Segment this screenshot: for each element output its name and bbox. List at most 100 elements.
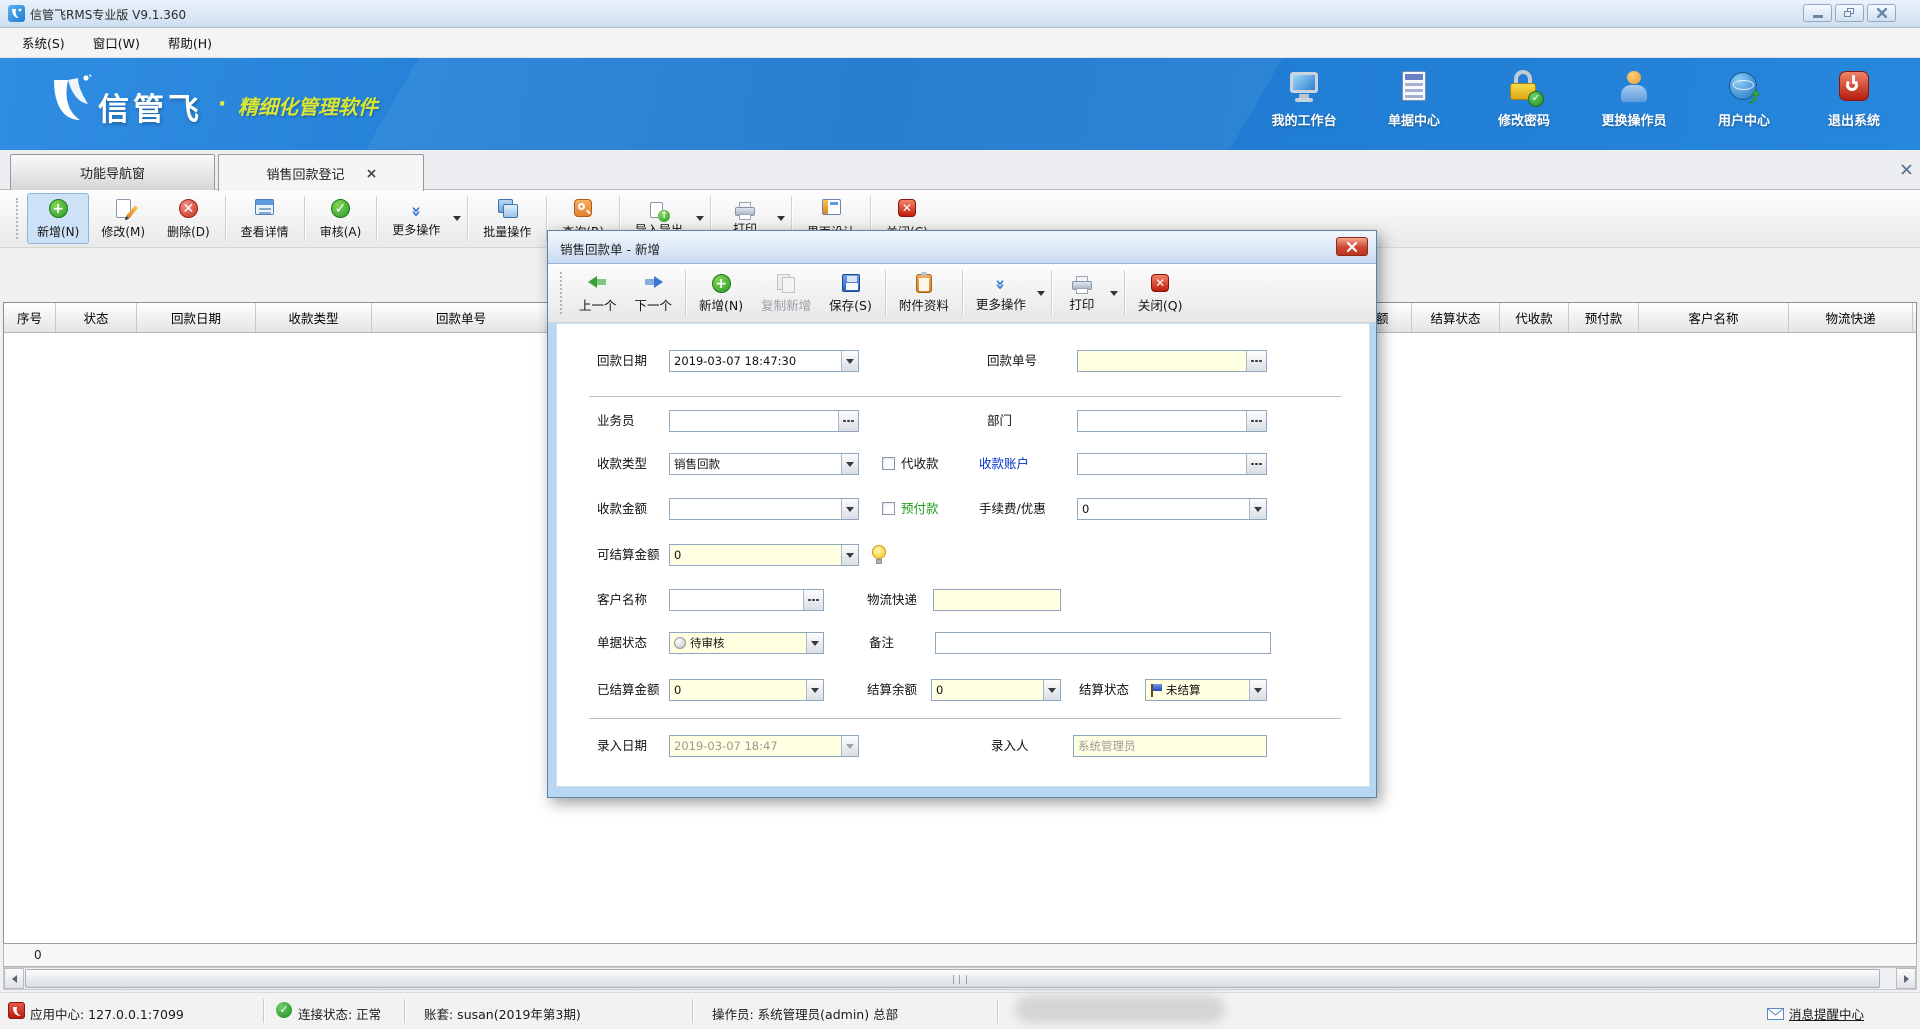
- banner-actions: 我的工作台 单据中心 ✓ 修改密码 更换操作员 用户中心: [1266, 70, 1892, 129]
- banner-action-change-password[interactable]: ✓ 修改密码: [1486, 70, 1562, 129]
- chevron-down-icon[interactable]: [806, 633, 823, 653]
- audit-check-icon: ✓: [331, 199, 350, 218]
- toolbar-delete-button[interactable]: ✕ 删除(D): [157, 193, 220, 244]
- payment-date-input[interactable]: 2019-03-07 18:47:30: [669, 350, 859, 372]
- close-button[interactable]: [1867, 4, 1896, 22]
- ellipsis-button[interactable]: [803, 590, 823, 610]
- scroll-right-button[interactable]: [1896, 968, 1916, 989]
- restore-button[interactable]: [1835, 4, 1864, 22]
- prepayment-checkbox[interactable]: [882, 502, 895, 515]
- chevron-down-icon[interactable]: [841, 351, 858, 371]
- banner-action-workstation[interactable]: 我的工作台: [1266, 70, 1342, 129]
- chevron-down-icon[interactable]: [777, 216, 785, 221]
- chevron-down-icon[interactable]: [1043, 680, 1060, 700]
- column-header[interactable]: 代收款: [1500, 303, 1569, 332]
- dialog-copy-add-button: 复制新增: [753, 267, 819, 319]
- column-header[interactable]: 结算状态: [1412, 303, 1500, 332]
- field-label: 录入日期: [597, 735, 647, 757]
- tabstrip: 功能导航窗 销售回款登记: [0, 150, 1920, 190]
- checkbox-label: 代收款: [901, 453, 939, 475]
- minimize-button[interactable]: [1803, 4, 1832, 22]
- dialog-add-button[interactable]: + 新增(N): [691, 267, 751, 319]
- ellipsis-button[interactable]: [1246, 411, 1266, 431]
- salesman-input[interactable]: [669, 410, 859, 432]
- ellipsis-button[interactable]: [1246, 454, 1266, 474]
- printer-icon: [735, 202, 755, 220]
- tab-sales-payment-register[interactable]: 销售回款登记: [218, 154, 424, 191]
- amount-input[interactable]: [669, 498, 859, 520]
- column-header[interactable]: 收款类型: [256, 303, 372, 332]
- chevron-down-icon[interactable]: [1249, 680, 1266, 700]
- banner-action-switch-operator[interactable]: 更换操作员: [1596, 70, 1672, 129]
- collect-for-other-checkbox[interactable]: [882, 457, 895, 470]
- column-header[interactable]: 预付款: [1569, 303, 1639, 332]
- toolbar-batch-actions-button[interactable]: 批量操作: [473, 193, 541, 244]
- dialog-next-button[interactable]: 下一个: [627, 267, 681, 319]
- settle-status-input[interactable]: 未结算: [1145, 679, 1267, 701]
- change-password-icon: ✓: [1507, 70, 1541, 104]
- menu-window[interactable]: 窗口(W): [81, 29, 152, 56]
- scroll-left-button[interactable]: [4, 968, 24, 989]
- banner-action-user-center[interactable]: 用户中心: [1706, 70, 1782, 129]
- toolbar-audit-button[interactable]: ✓ 审核(A): [310, 193, 372, 244]
- banner-action-exit-system[interactable]: 退出系统: [1816, 70, 1892, 129]
- horizontal-scrollbar[interactable]: [3, 967, 1917, 990]
- dialog-save-button[interactable]: 保存(S): [821, 267, 880, 319]
- settleable-amount-input[interactable]: 0: [669, 544, 859, 566]
- arrow-left-icon: [588, 274, 608, 290]
- chevron-down-icon[interactable]: [696, 216, 704, 221]
- banner-action-document-center[interactable]: 单据中心: [1376, 70, 1452, 129]
- tabstrip-close-icon[interactable]: [1901, 160, 1912, 179]
- chevron-down-icon[interactable]: [806, 680, 823, 700]
- toolbar-edit-button[interactable]: 修改(M): [91, 193, 155, 244]
- chevron-down-icon[interactable]: [841, 499, 858, 519]
- customer-input[interactable]: [669, 589, 824, 611]
- field-label: 录入人: [991, 735, 1029, 757]
- toolbar-more-actions-button[interactable]: « 更多操作: [382, 196, 450, 242]
- chevron-down-icon[interactable]: [1249, 499, 1266, 519]
- payment-type-input[interactable]: 销售回款: [669, 453, 859, 475]
- dialog-close-toolbar-button[interactable]: ✕ 关闭(Q): [1130, 267, 1191, 319]
- dialog-close-button[interactable]: [1336, 237, 1368, 256]
- dialog-attachments-button[interactable]: 附件资料: [891, 267, 957, 319]
- ellipsis-button[interactable]: [838, 411, 858, 431]
- toolbar-add-button[interactable]: + 新增(N): [27, 193, 89, 244]
- logistics-input[interactable]: [933, 589, 1061, 611]
- scrollbar-thumb[interactable]: [25, 969, 1880, 988]
- chevron-down-icon[interactable]: [1037, 291, 1045, 296]
- tab-function-navigator[interactable]: 功能导航窗: [10, 154, 215, 190]
- fee-input[interactable]: 0: [1077, 498, 1267, 520]
- column-header[interactable]: 序号: [4, 303, 56, 332]
- column-header[interactable]: 回款单号: [372, 303, 551, 332]
- column-header[interactable]: 回款日期: [137, 303, 256, 332]
- chevron-down-icon[interactable]: [1110, 291, 1118, 296]
- receipt-no-input[interactable]: [1077, 350, 1267, 372]
- toolbar-view-details-button[interactable]: 查看详情: [231, 193, 299, 244]
- app-window: 信管飞RMS专业版 V9.1.360 系统(S) 窗口(W) 帮助(H) 信管飞…: [0, 0, 1920, 1029]
- chevron-down-icon[interactable]: [453, 216, 461, 221]
- column-header[interactable]: 物流快递: [1789, 303, 1913, 332]
- menu-system[interactable]: 系统(S): [10, 29, 77, 56]
- chevron-down-icon: [841, 736, 858, 756]
- department-input[interactable]: [1077, 410, 1267, 432]
- dialog-print-button[interactable]: 打印: [1057, 269, 1107, 318]
- menu-help[interactable]: 帮助(H): [156, 29, 224, 56]
- column-header[interactable]: 状态: [56, 303, 137, 332]
- chevron-down-icon[interactable]: [841, 545, 858, 565]
- settle-balance-input[interactable]: 0: [931, 679, 1061, 701]
- window-title: 信管飞RMS专业版 V9.1.360: [30, 6, 186, 23]
- doc-status-input[interactable]: 待审核: [669, 632, 824, 654]
- ellipsis-button[interactable]: [1246, 351, 1266, 371]
- restore-icon: [1844, 8, 1855, 18]
- settled-amount-input[interactable]: 0: [669, 679, 824, 701]
- account-link[interactable]: 收款账户: [979, 453, 1029, 475]
- account-input[interactable]: [1077, 453, 1267, 475]
- chevron-down-icon[interactable]: [841, 454, 858, 474]
- dialog-prev-button[interactable]: 上一个: [571, 267, 625, 319]
- dialog-more-actions-button[interactable]: « 更多操作: [968, 268, 1034, 318]
- message-center-link[interactable]: 消息提醒中心: [1767, 1004, 1864, 1023]
- hint-bulb-icon[interactable]: [871, 544, 887, 566]
- remark-input[interactable]: [935, 632, 1271, 654]
- tab-close-icon[interactable]: [367, 169, 376, 178]
- column-header[interactable]: 客户名称: [1639, 303, 1789, 332]
